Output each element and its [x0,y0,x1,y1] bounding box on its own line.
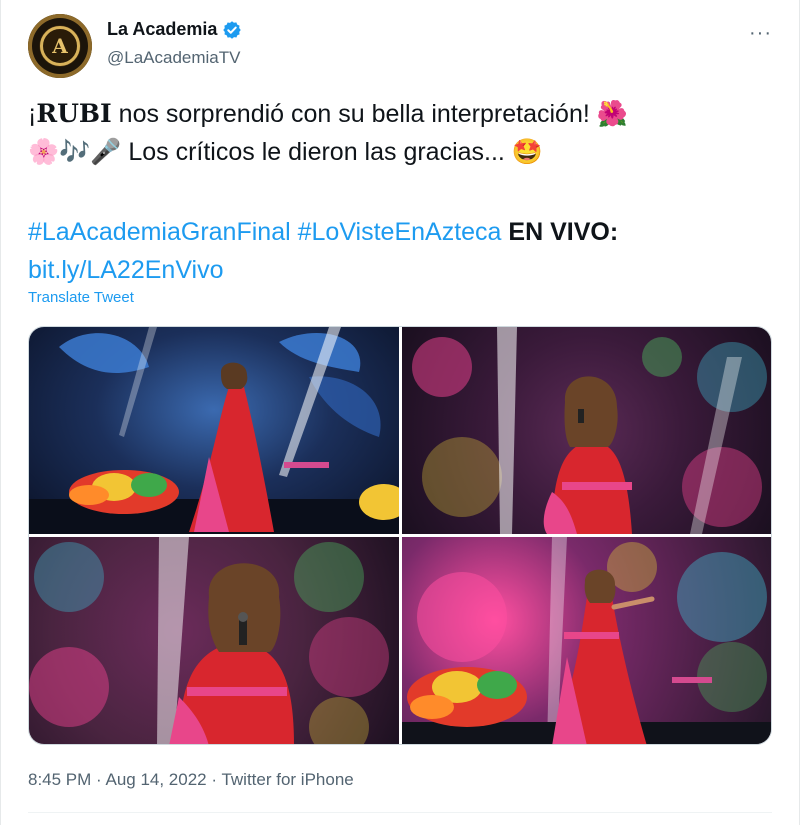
stage-scene-4 [402,537,771,744]
tweet-line-1: ¡RUBI nos sorprendió con su bella interp… [28,99,628,128]
live-label: EN VIVO: [508,218,619,246]
stage-scene-3 [29,537,389,744]
author-handle[interactable]: @LaAcademiaTV [107,48,241,68]
media-photo-4[interactable] [402,537,771,744]
bold-name: RUBI [36,99,112,128]
media-photo-1[interactable] [29,327,399,534]
translate-tweet-link[interactable]: Translate Tweet [28,289,134,306]
tweet-line-2: 🌸🎶🎤 Los críticos le dieron las gracias..… [28,138,543,166]
logo-icon: A [40,26,80,66]
display-name[interactable]: La Academia [107,19,217,40]
tweet-source[interactable]: Twitter for iPhone [221,770,353,789]
stage-scene-2 [412,327,767,534]
tweet-time[interactable]: 8:45 PM [28,770,91,789]
media-grid [28,326,772,745]
verified-badge-icon [223,20,242,39]
media-photo-3[interactable] [29,537,399,744]
stage-scene-1 [29,327,399,534]
hashtag-link[interactable]: #LaAcademiaGranFinal [28,218,291,246]
tweet-footer: 8:45 PM · Aug 14, 2022 · Twitter for iPh… [28,770,354,789]
divider [28,812,772,813]
tweet-links: #LaAcademiaGranFinal #LoVisteEnAzteca EN… [28,213,768,289]
media-photo-2[interactable] [402,327,771,534]
more-options-icon[interactable]: ··· [749,22,772,45]
tweet-date[interactable]: Aug 14, 2022 [105,770,206,789]
hashtag-link[interactable]: #LoVisteEnAzteca [298,218,502,246]
author-name-row[interactable]: La Academia [107,19,242,40]
avatar[interactable]: A [28,14,92,78]
url-link[interactable]: bit.ly/LA22EnVivo [28,256,224,284]
tweet-text: ¡RUBI nos sorprendió con su bella interp… [28,95,768,171]
tweet-card: A La Academia @LaAcademiaTV ··· ¡RUBI no… [0,0,800,825]
